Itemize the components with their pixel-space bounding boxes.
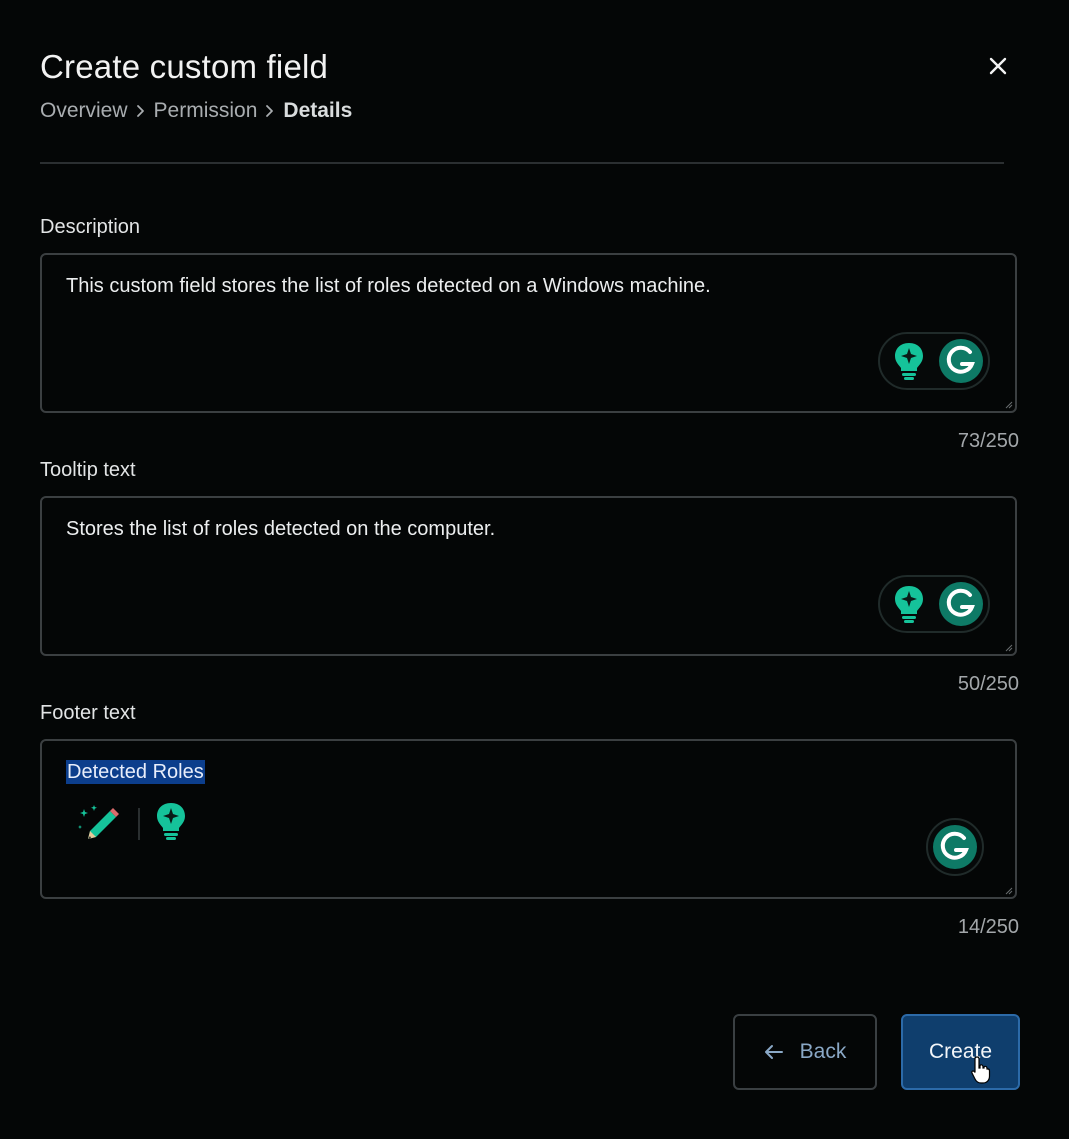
footer-label: Footer text <box>40 702 136 724</box>
tooltip-value: Stores the list of roles detected on the… <box>66 518 496 540</box>
description-textarea[interactable]: This custom field stores the list of rol… <box>40 253 1017 413</box>
description-label: Description <box>40 216 141 238</box>
description-value: This custom field stores the list of rol… <box>66 275 711 297</box>
create-button-label: Create <box>928 1040 993 1063</box>
close-icon <box>989 57 1007 75</box>
chevron-right-icon <box>136 104 146 118</box>
grammarly-inline-tools <box>76 801 188 846</box>
magic-pencil-icon[interactable] <box>76 801 124 846</box>
resize-handle-icon[interactable] <box>1003 885 1013 895</box>
breadcrumb-item-details: Details <box>283 99 353 122</box>
footer-counter: 14/250 <box>957 916 1019 938</box>
chevron-right-icon <box>265 104 275 118</box>
footer-textarea[interactable]: Detected Roles <box>40 739 1017 899</box>
resize-handle-icon[interactable] <box>1003 642 1013 652</box>
lightbulb-sparkle-icon[interactable] <box>886 581 932 627</box>
back-button-label: Back <box>799 1040 847 1063</box>
create-button[interactable]: Create <box>901 1014 1020 1090</box>
close-button[interactable] <box>982 50 1014 82</box>
lightbulb-sparkle-icon[interactable] <box>154 801 188 846</box>
tooltip-counter: 50/250 <box>957 673 1019 695</box>
header-divider <box>40 162 1004 164</box>
tooltip-textarea[interactable]: Stores the list of roles detected on the… <box>40 496 1017 656</box>
grammarly-widget[interactable] <box>878 332 990 390</box>
breadcrumb-item-overview[interactable]: Overview <box>40 99 128 123</box>
dialog-title: Create custom field <box>40 48 329 85</box>
description-counter: 73/250 <box>957 430 1019 452</box>
breadcrumb: Overview Permission Details <box>40 99 352 123</box>
footer-value-selected: Detected Roles <box>66 760 205 784</box>
grammarly-g-icon[interactable] <box>938 338 984 384</box>
grammarly-g-icon[interactable] <box>932 824 978 870</box>
back-button[interactable]: Back <box>733 1014 877 1090</box>
breadcrumb-item-permission[interactable]: Permission <box>154 99 258 123</box>
resize-handle-icon[interactable] <box>1003 399 1013 409</box>
tool-separator <box>138 807 140 840</box>
arrow-left-icon <box>764 1045 783 1059</box>
grammarly-widget[interactable] <box>926 818 984 876</box>
tooltip-label: Tooltip text <box>40 459 136 481</box>
footer-value-wrap: Detected Roles <box>66 760 205 784</box>
grammarly-g-icon[interactable] <box>938 581 984 627</box>
lightbulb-sparkle-icon[interactable] <box>886 338 932 384</box>
grammarly-widget[interactable] <box>878 575 990 633</box>
create-custom-field-dialog: Create custom field Overview Permission … <box>0 0 1069 1139</box>
